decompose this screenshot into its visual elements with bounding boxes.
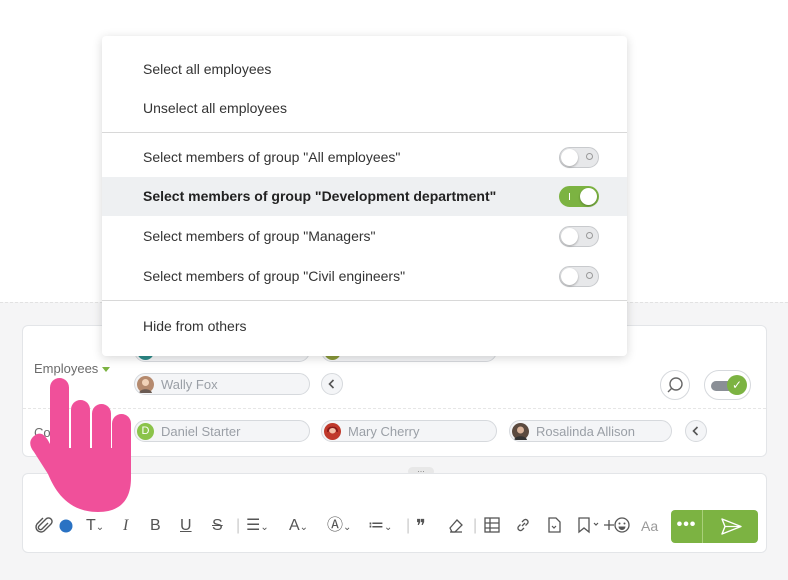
separator: |	[236, 517, 241, 534]
strikethrough-icon[interactable]: S	[212, 516, 223, 536]
separator: |	[406, 517, 411, 534]
table-icon[interactable]	[483, 516, 501, 540]
toggle-switch-off[interactable]	[559, 266, 599, 287]
collapse-chevron-left-icon[interactable]	[321, 373, 343, 395]
menu-item-group-development[interactable]: Select members of group "Development dep…	[102, 177, 627, 216]
chip-label: Rosalinda Allison	[536, 424, 636, 439]
employee-chip[interactable]: Wally Fox	[134, 373, 310, 395]
toggle-switch-on[interactable]	[559, 186, 599, 207]
link-icon[interactable]	[514, 516, 532, 540]
menu-item-hide-from-others[interactable]: Hide from others	[102, 307, 627, 346]
visibility-toggle[interactable]: ✓	[704, 370, 751, 400]
toggle-switch-off[interactable]	[559, 226, 599, 247]
menu-divider	[102, 300, 627, 301]
row-divider	[23, 408, 766, 409]
list-icon[interactable]: ≔⌄	[368, 516, 392, 538]
paperclip-icon[interactable]	[35, 516, 53, 542]
more-options-button[interactable]: •••	[671, 510, 702, 543]
emoji-icon[interactable]	[613, 516, 631, 540]
pointer-hand-icon	[30, 378, 132, 518]
send-button-group: •••	[671, 510, 758, 543]
menu-item-group-all-employees[interactable]: Select members of group "All employees"	[102, 138, 627, 177]
font-size-icon[interactable]: A⌄	[289, 516, 308, 538]
toggle-switch-off[interactable]	[559, 147, 599, 168]
eraser-icon[interactable]	[447, 516, 465, 540]
font-color-icon[interactable]: Ⓐ⌄	[327, 516, 351, 538]
color-dot-icon[interactable]	[59, 519, 73, 539]
send-button[interactable]	[703, 510, 758, 543]
bookmark-icon[interactable]	[576, 516, 600, 540]
avatar	[137, 376, 154, 393]
menu-item-unselect-all[interactable]: Unselect all employees	[102, 89, 627, 128]
chip-label: Mary Cherry	[348, 424, 420, 439]
menu-item-group-managers[interactable]: Select members of group "Managers"	[102, 217, 627, 256]
italic-icon[interactable]: I	[123, 516, 128, 536]
file-icon[interactable]	[545, 516, 563, 540]
separator: |	[473, 517, 478, 534]
text-style-icon[interactable]: T⌄	[86, 516, 104, 538]
menu-item-group-civil-engineers[interactable]: Select members of group "Civil engineers…	[102, 257, 627, 296]
avatar	[324, 423, 341, 440]
collapse-chevron-left-icon[interactable]	[685, 420, 707, 442]
chip-label: Daniel Starter	[161, 424, 241, 439]
menu-divider	[102, 132, 627, 133]
bold-icon[interactable]: B	[150, 516, 161, 536]
check-icon: ✓	[727, 375, 747, 395]
send-icon	[721, 518, 742, 535]
avatar-initial: D	[137, 423, 154, 440]
underline-icon[interactable]: U	[180, 516, 192, 536]
cc-chip[interactable]: Mary Cherry	[321, 420, 497, 442]
text-case-icon[interactable]: Aa	[641, 516, 658, 536]
align-icon[interactable]: ☰⌄	[246, 516, 269, 538]
avatar	[512, 423, 529, 440]
message-editor[interactable]	[22, 473, 767, 553]
menu-item-select-all[interactable]: Select all employees	[102, 50, 627, 89]
caret-down-icon	[102, 367, 111, 373]
employee-selection-menu: Select all employees Unselect all employ…	[102, 36, 627, 356]
search-icon	[667, 377, 683, 393]
cc-chip[interactable]: Rosalinda Allison	[509, 420, 672, 442]
quote-icon[interactable]: ❞	[416, 516, 426, 536]
chip-label: Wally Fox	[161, 377, 218, 392]
employees-label[interactable]: Employees	[34, 361, 111, 376]
cc-chip[interactable]: D Daniel Starter	[134, 420, 310, 442]
search-button[interactable]	[660, 370, 690, 400]
